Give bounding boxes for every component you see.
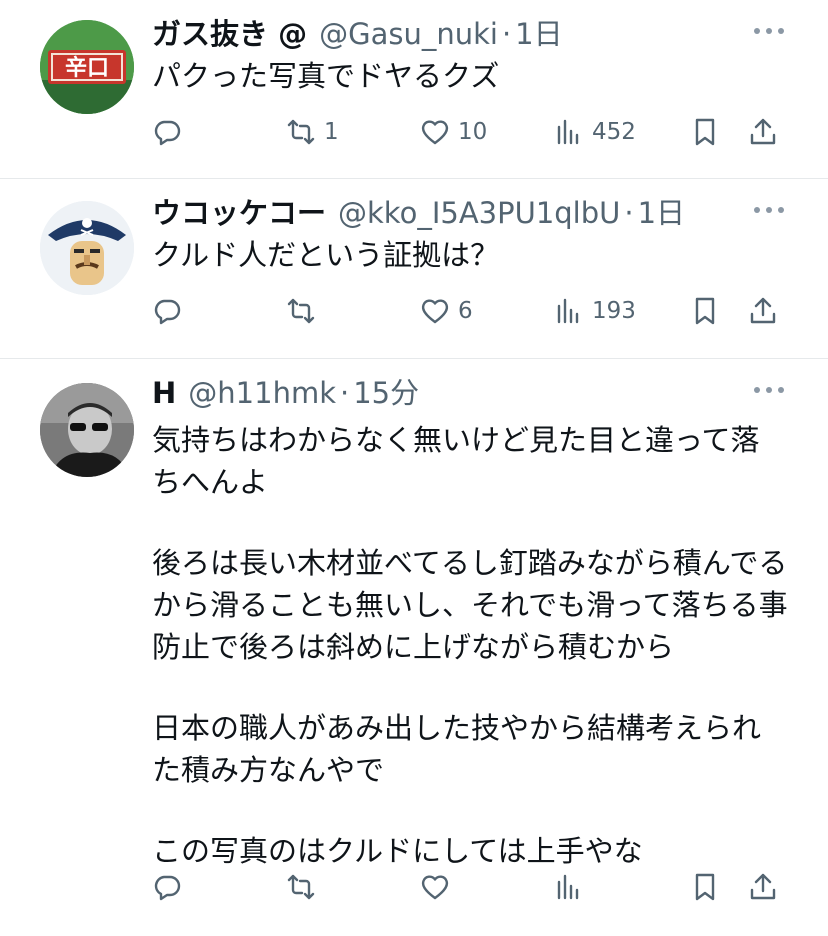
view-count: 452 — [592, 119, 636, 145]
tweet-text-line — [152, 668, 788, 707]
tweet[interactable]: ウコッケコー @kko_I5A3PU1qlbU · 1日 クルド人だという証拠は… — [0, 179, 828, 359]
share-button[interactable] — [748, 291, 778, 331]
retweet-button[interactable] — [286, 867, 316, 907]
pirate-avatar — [40, 201, 134, 295]
timestamp[interactable]: 1日 — [638, 193, 685, 233]
user-handle[interactable]: @kko_I5A3PU1qlbU — [338, 193, 620, 233]
views-button[interactable] — [554, 867, 584, 907]
retweet-icon — [287, 874, 315, 900]
views-icon — [557, 874, 579, 900]
bookmark-icon — [695, 118, 715, 146]
share-icon — [750, 118, 776, 145]
tweet-text-line — [152, 503, 788, 542]
share-button[interactable] — [748, 867, 778, 907]
heart-icon — [421, 299, 449, 324]
retweet-count: 1 — [324, 119, 339, 145]
tweet-text-line: 気持ちはわからなく無いけど見た目と違って落ちへんよ — [152, 423, 760, 499]
tweet-text-line: この写真のはクルドにしては上手やな — [152, 834, 643, 868]
tweet-header: H @h11hmk · 15分 — [152, 373, 748, 413]
share-icon — [750, 873, 776, 900]
display-name[interactable]: H — [152, 373, 176, 413]
bookmark-button[interactable] — [690, 291, 720, 331]
bookmark-icon — [695, 297, 715, 325]
avatar[interactable] — [40, 383, 134, 477]
tweet-header: ウコッケコー @kko_I5A3PU1qlbU · 1日 — [152, 193, 748, 233]
share-button[interactable] — [748, 112, 778, 152]
separator-dot: · — [501, 17, 512, 51]
heart-icon — [421, 875, 449, 900]
action-bar: 1 10 452 — [152, 112, 784, 152]
views-icon — [557, 298, 579, 324]
tweet-text-line: パクった写真でドヤるクズ — [152, 59, 500, 93]
like-button[interactable]: 6 — [420, 291, 473, 331]
more-icon[interactable] — [754, 26, 784, 36]
reply-button[interactable] — [152, 112, 182, 152]
separator-dot: · — [340, 376, 350, 410]
separator-dot: · — [624, 196, 634, 230]
retweet-button[interactable]: 1 — [286, 112, 339, 152]
timestamp[interactable]: 15分 — [353, 373, 419, 413]
avatar[interactable]: 辛口 — [40, 20, 134, 114]
sunglasses-man-avatar — [40, 383, 134, 477]
display-name[interactable]: ガス抜き @ — [152, 14, 307, 54]
user-handle[interactable]: @h11hmk — [188, 373, 336, 413]
tweet-text-line: 後ろは長い木材並べてるし釘踏みながら積んでるから滑ることも無いし、それでも滑って… — [152, 546, 788, 664]
bookmark-icon — [695, 873, 715, 901]
action-bar — [152, 867, 784, 907]
reply-icon — [154, 120, 181, 146]
tweet-text: パクった写真でドヤるクズ — [152, 56, 788, 96]
like-button[interactable]: 10 — [420, 112, 487, 152]
retweet-button[interactable] — [286, 291, 316, 331]
tweet-text-line: 日本の職人があみ出した技やから結構考えられた積み方なんやで — [152, 711, 762, 787]
karakuchi-sign-avatar: 辛口 — [40, 20, 134, 114]
reply-icon — [154, 299, 181, 325]
more-icon[interactable] — [754, 385, 784, 395]
user-handle[interactable]: @Gasu_nuki — [319, 14, 498, 54]
retweet-icon — [287, 298, 315, 324]
more-icon[interactable] — [754, 205, 784, 215]
tweet-text: 気持ちはわからなく無いけど見た目と違って落ちへんよ 後ろは長い木材並べてるし釘踏… — [152, 419, 788, 872]
tweet-text-line: クルド人だという証拠は？ — [152, 238, 500, 272]
heart-icon — [421, 120, 449, 145]
like-count: 10 — [458, 119, 488, 145]
reply-icon — [154, 875, 181, 901]
action-bar: 6 193 — [152, 291, 784, 331]
view-count: 193 — [592, 298, 636, 324]
reply-button[interactable] — [152, 291, 182, 331]
tweet[interactable]: 辛口 ガス抜き @ @Gasu_nuki · 1日 パクった写真でドヤるクズ 1… — [0, 0, 828, 179]
timestamp[interactable]: 1日 — [515, 14, 562, 54]
reply-button[interactable] — [152, 867, 182, 907]
views-button[interactable]: 452 — [554, 112, 636, 152]
retweet-icon — [287, 119, 315, 145]
tweet-text-line — [152, 791, 788, 830]
avatar[interactable] — [40, 201, 134, 295]
bookmark-button[interactable] — [690, 867, 720, 907]
like-count: 6 — [458, 298, 473, 324]
tweet[interactable]: H @h11hmk · 15分 気持ちはわからなく無いけど見た目と違って落ちへん… — [0, 359, 828, 936]
views-icon — [557, 119, 579, 145]
tweet-header: ガス抜き @ @Gasu_nuki · 1日 — [152, 14, 748, 54]
tweet-text: クルド人だという証拠は？ — [152, 235, 788, 275]
like-button[interactable] — [420, 867, 450, 907]
display-name[interactable]: ウコッケコー — [152, 193, 326, 233]
avatar-sign-text: 辛口 — [65, 55, 109, 81]
share-icon — [750, 297, 776, 324]
bookmark-button[interactable] — [690, 112, 720, 152]
views-button[interactable]: 193 — [554, 291, 636, 331]
